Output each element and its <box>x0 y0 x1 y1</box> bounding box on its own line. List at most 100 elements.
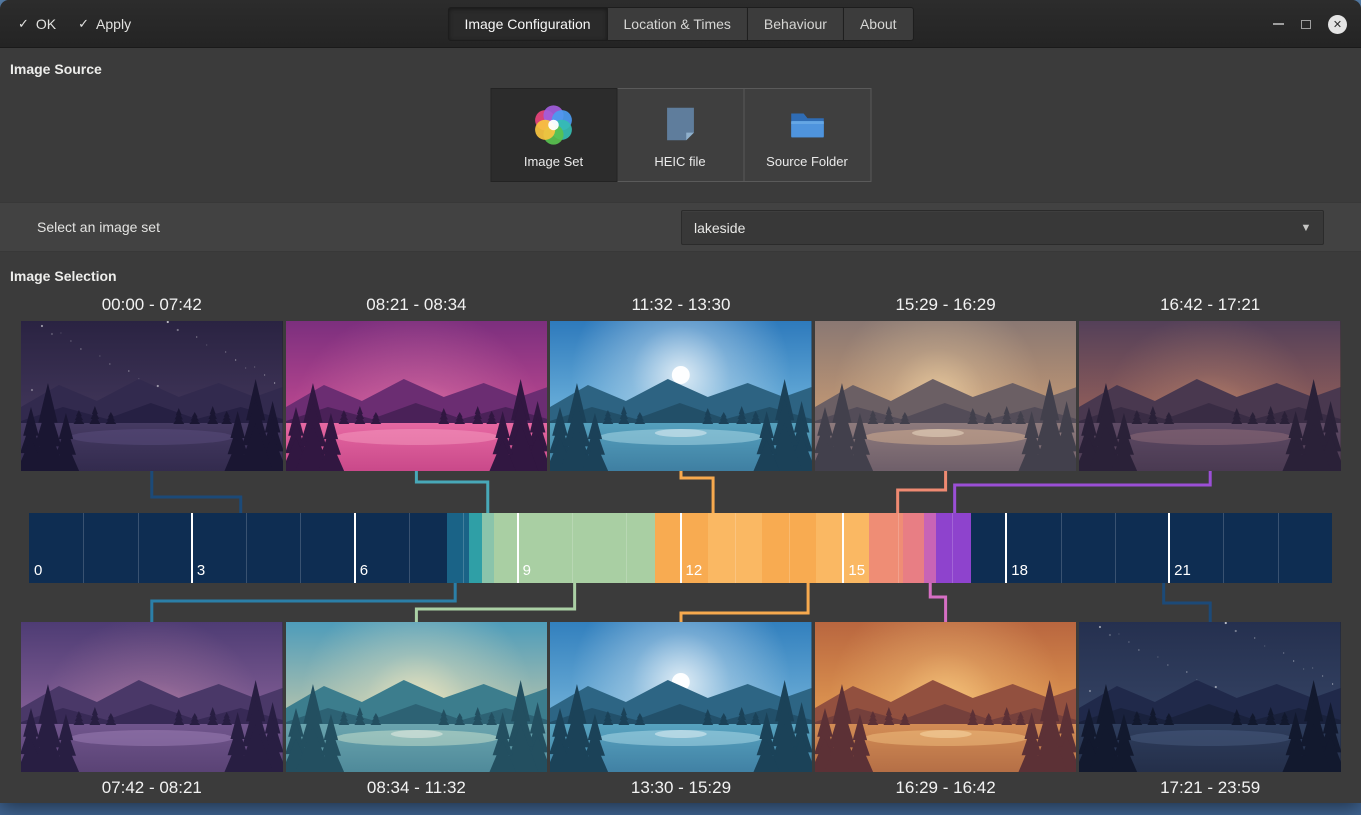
wallpaper-thumbnail[interactable] <box>1079 321 1341 471</box>
timeline-hour-tick <box>735 513 736 583</box>
wallpaper-thumbnail[interactable] <box>286 622 548 772</box>
wallpaper-thumbnail[interactable] <box>1079 622 1341 772</box>
wallpaper-art <box>815 321 1077 471</box>
timeline-major-tick <box>1168 513 1170 583</box>
wallpaper-art <box>286 321 548 471</box>
wallpaper-thumbnail[interactable] <box>286 321 548 471</box>
wallpaper-art <box>815 622 1077 772</box>
tab-about[interactable]: About <box>844 7 914 41</box>
source-type-label: Image Set <box>524 154 583 169</box>
timeline-connector-line <box>930 583 945 622</box>
timeline-hour-tick <box>626 513 627 583</box>
timeline-connector-line <box>152 583 455 622</box>
timeline-segment[interactable] <box>924 513 936 583</box>
timeline-hour-tick <box>463 513 464 583</box>
timeline-segment[interactable] <box>469 513 483 583</box>
timeline-hour-tick <box>898 513 899 583</box>
timeline-hour-label: 3 <box>197 562 205 579</box>
timeline-hour-tick <box>138 513 139 583</box>
source-folder-icon <box>784 101 830 147</box>
bottom-thumbnail-row <box>21 622 1341 772</box>
wallpaper-thumbnail[interactable] <box>21 622 283 772</box>
image-selection-title: Image Selection <box>10 268 117 284</box>
maximize-button[interactable] <box>1301 20 1311 29</box>
close-button[interactable]: ✕ <box>1328 15 1347 34</box>
wallpaper-thumbnail[interactable] <box>21 321 283 471</box>
image-set-dropdown[interactable]: lakeside ▼ <box>681 210 1324 245</box>
apply-button-label: Apply <box>96 16 131 32</box>
timeline-major-tick <box>191 513 193 583</box>
timeline-major-tick <box>680 513 682 583</box>
time-range-label: 16:29 - 16:42 <box>815 778 1077 798</box>
connector-lines-top <box>0 471 1361 513</box>
timeline-hour-tick <box>1223 513 1224 583</box>
timeline-connector-line <box>1164 583 1211 622</box>
wallpaper-art <box>286 622 548 772</box>
wallpaper-thumbnail[interactable] <box>550 321 812 471</box>
timeline-hour-label: 12 <box>686 562 703 579</box>
timeline-hour-tick <box>1061 513 1062 583</box>
time-range-label: 16:42 - 17:21 <box>1079 295 1341 315</box>
connector-lines-bottom <box>0 583 1361 622</box>
check-icon: ✓ <box>78 16 89 32</box>
timeline-segment[interactable] <box>903 513 924 583</box>
app-window: ✓ OK ✓ Apply Image Configuration Locatio… <box>0 0 1361 803</box>
wallpaper-thumbnail[interactable] <box>815 321 1077 471</box>
titlebar-actions: ✓ OK ✓ Apply <box>18 0 131 48</box>
window-controls: ✕ <box>1273 0 1347 48</box>
wallpaper-art <box>1079 321 1341 471</box>
timeline-segment[interactable] <box>29 513 447 583</box>
time-range-label: 17:21 - 23:59 <box>1079 778 1341 798</box>
wallpaper-art <box>1079 622 1341 772</box>
timeline-connector-line <box>416 471 487 513</box>
minimize-button[interactable] <box>1273 23 1284 25</box>
timeline-hour-label: 18 <box>1011 562 1028 579</box>
timeline-major-tick <box>354 513 356 583</box>
tab-image-configuration[interactable]: Image Configuration <box>447 7 607 41</box>
time-range-label: 08:34 - 11:32 <box>286 778 548 798</box>
source-type-group: Image Set HEIC file <box>490 88 871 182</box>
ok-button-label: OK <box>36 16 56 32</box>
timeline-major-tick <box>842 513 844 583</box>
wallpaper-thumbnail[interactable] <box>550 622 812 772</box>
chevron-down-icon: ▼ <box>1289 222 1323 234</box>
timeline-connector-line <box>681 583 808 622</box>
timeline-hour-tick <box>572 513 573 583</box>
top-time-labels: 00:00 - 07:42 08:21 - 08:34 11:32 - 13:3… <box>21 295 1341 315</box>
wallpaper-art <box>550 622 812 772</box>
source-type-image-set[interactable]: Image Set <box>490 88 617 182</box>
source-type-heic-file[interactable]: HEIC file <box>617 88 744 182</box>
timeline-bar[interactable]: 036912151821 <box>29 513 1332 583</box>
wallpaper-thumbnail[interactable] <box>815 622 1077 772</box>
time-range-label: 11:32 - 13:30 <box>550 295 812 315</box>
timeline-hour-tick <box>789 513 790 583</box>
heic-file-icon <box>657 101 703 147</box>
image-source-title: Image Source <box>10 61 102 77</box>
timeline-hour-tick <box>1278 513 1279 583</box>
header-tabs: Image Configuration Location & Times Beh… <box>447 7 913 41</box>
timeline-hour-label: 6 <box>360 562 368 579</box>
timeline-major-tick <box>1005 513 1007 583</box>
timeline-hour-tick <box>409 513 410 583</box>
timeline-connector-line <box>898 471 946 513</box>
timeline-hour-label: 9 <box>523 562 531 579</box>
tab-location-times[interactable]: Location & Times <box>608 7 748 41</box>
timeline-hour-tick <box>246 513 247 583</box>
time-range-label: 00:00 - 07:42 <box>21 295 283 315</box>
ok-button[interactable]: ✓ OK <box>18 16 56 32</box>
timeline-segment[interactable] <box>482 513 494 583</box>
image-set-select-label: Select an image set <box>37 219 160 235</box>
timeline-segment[interactable] <box>936 513 971 583</box>
wallpaper-art <box>21 622 283 772</box>
wallpaper-art <box>550 321 812 471</box>
wallpaper-art <box>21 321 283 471</box>
timeline-segment[interactable] <box>447 513 469 583</box>
dropdown-value: lakeside <box>682 220 1289 236</box>
timeline-connector-line <box>152 471 241 513</box>
apply-button[interactable]: ✓ Apply <box>78 16 131 32</box>
source-type-source-folder[interactable]: Source Folder <box>744 88 871 182</box>
timeline-hour-label: 15 <box>848 562 865 579</box>
bottom-time-labels: 07:42 - 08:21 08:34 - 11:32 13:30 - 15:2… <box>21 778 1341 798</box>
tab-behaviour[interactable]: Behaviour <box>748 7 844 41</box>
timeline-hour-label: 0 <box>34 562 42 579</box>
